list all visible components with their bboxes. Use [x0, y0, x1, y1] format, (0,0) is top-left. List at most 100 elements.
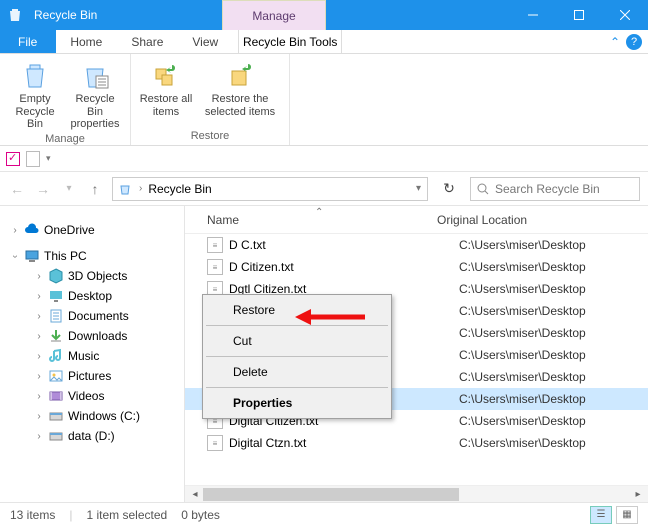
context-restore[interactable]: Restore [205, 297, 389, 323]
chevron-right-icon[interactable]: › [34, 411, 44, 422]
restore-all-icon [150, 59, 182, 91]
chevron-right-icon[interactable]: › [34, 331, 44, 342]
tree-item-label: data (D:) [68, 429, 115, 443]
chevron-right-icon[interactable]: › [34, 311, 44, 322]
file-row[interactable]: ≡D Citizen.txtC:\Users\miser\Desktop [185, 256, 648, 278]
tree-item[interactable]: ›Downloads [4, 326, 180, 346]
restore-all-button[interactable]: Restore all items [137, 57, 195, 128]
title-bar: Recycle Bin Manage [0, 0, 648, 30]
column-headers[interactable]: ⌃ Name Original Location [185, 206, 648, 234]
tab-view[interactable]: View [178, 30, 233, 53]
scroll-right-icon[interactable]: ▸ [630, 489, 646, 500]
tree-item[interactable]: › data (D:) [4, 426, 180, 446]
breadcrumb[interactable]: Recycle Bin [148, 182, 211, 196]
search-icon [477, 183, 489, 195]
tab-share[interactable]: Share [117, 30, 178, 53]
up-button[interactable]: ↑ [86, 181, 104, 197]
computer-icon [24, 248, 40, 264]
file-name: D Citizen.txt [229, 260, 459, 274]
tree-item-label: Music [68, 349, 99, 363]
restore-selected-icon [224, 59, 256, 91]
tree-item[interactable]: › Music [4, 346, 180, 366]
file-location: C:\Users\miser\Desktop [459, 304, 586, 318]
tree-item[interactable]: › Videos [4, 386, 180, 406]
chevron-right-icon[interactable]: › [34, 371, 44, 382]
tree-item[interactable]: › Windows (C:) [4, 406, 180, 426]
text-file-icon: ≡ [207, 435, 223, 451]
details-view-button[interactable]: ☰ [590, 506, 612, 524]
restore-selected-button[interactable]: Restore the selected items [197, 57, 283, 128]
music-icon [48, 348, 64, 364]
context-properties[interactable]: Properties [205, 390, 389, 416]
scroll-left-icon[interactable]: ◂ [187, 489, 203, 500]
minimize-button[interactable] [510, 0, 556, 30]
chevron-right-icon[interactable]: › [137, 183, 144, 194]
chevron-right-icon[interactable]: › [34, 291, 44, 302]
tree-item[interactable]: › Desktop [4, 286, 180, 306]
recycle-bin-properties-button[interactable]: Recycle Bin properties [66, 57, 124, 131]
context-cut[interactable]: Cut [205, 328, 389, 354]
file-row[interactable]: ≡Digital Ctzn.txtC:\Users\miser\Desktop [185, 432, 648, 454]
item-count: 13 items [10, 508, 55, 522]
horizontal-scrollbar[interactable]: ◂ ▸ [185, 485, 648, 502]
selection-size: 0 bytes [181, 508, 220, 522]
tree-this-pc[interactable]: › This PC [4, 246, 180, 266]
thumbnails-view-button[interactable]: ▦ [616, 506, 638, 524]
status-bar: 13 items | 1 item selected 0 bytes ☰ ▦ [0, 502, 648, 526]
file-location: C:\Users\miser\Desktop [459, 392, 586, 406]
down-icon [48, 328, 64, 344]
document-icon [26, 151, 40, 167]
checkbox-toggle[interactable] [6, 152, 20, 166]
tree-item-label: 3D Objects [68, 269, 127, 283]
recent-dropdown[interactable]: ▾ [60, 183, 78, 194]
tree-item[interactable]: › Documents [4, 306, 180, 326]
sort-indicator-icon: ⌃ [315, 207, 323, 218]
file-location: C:\Users\miser\Desktop [459, 326, 586, 340]
chevron-right-icon[interactable]: › [34, 351, 44, 362]
search-input[interactable]: Search Recycle Bin [470, 177, 640, 201]
tree-item-label: Documents [68, 309, 129, 323]
ribbon-group-manage: Empty Recycle Bin Recycle Bin properties… [0, 54, 131, 145]
back-button[interactable]: ← [8, 181, 26, 197]
forward-button[interactable]: → [34, 181, 52, 197]
maximize-button[interactable] [556, 0, 602, 30]
recycle-bin-icon [0, 0, 30, 30]
tab-file[interactable]: File [0, 30, 56, 53]
chevron-right-icon[interactable]: › [10, 225, 20, 236]
collapse-ribbon-icon[interactable]: ⌃ [610, 35, 620, 49]
chevron-right-icon[interactable]: › [34, 431, 44, 442]
column-original-location[interactable]: Original Location [437, 213, 527, 227]
recycle-bin-properties-icon [79, 59, 111, 91]
close-button[interactable] [602, 0, 648, 30]
chevron-right-icon[interactable]: › [34, 391, 44, 402]
quick-access-bar: ▾ [0, 146, 648, 172]
navigation-tree[interactable]: › OneDrive › This PC › 3D Objects › Desktop… [0, 206, 185, 502]
tree-item-label: Windows (C:) [68, 409, 140, 423]
empty-recycle-bin-button[interactable]: Empty Recycle Bin [6, 57, 64, 131]
text-file-icon: ≡ [207, 237, 223, 253]
help-icon[interactable]: ? [626, 34, 642, 50]
chevron-right-icon[interactable]: › [34, 271, 44, 282]
tab-home[interactable]: Home [56, 30, 117, 53]
tree-item-label: Desktop [68, 289, 112, 303]
dropdown-caret-icon[interactable]: ▾ [46, 153, 51, 164]
context-delete[interactable]: Delete [205, 359, 389, 385]
search-placeholder: Search Recycle Bin [495, 182, 600, 196]
tree-item[interactable]: › 3D Objects [4, 266, 180, 286]
tree-item-label: Videos [68, 389, 104, 403]
video-icon [48, 388, 64, 404]
file-location: C:\Users\miser\Desktop [459, 282, 586, 296]
scrollbar-thumb[interactable] [203, 488, 459, 501]
navigation-bar: ← → ▾ ↑ › Recycle Bin ▾ ↻ Search Recycle… [0, 172, 648, 206]
chevron-down-icon[interactable]: › [10, 251, 21, 261]
tree-item[interactable]: ›Pictures [4, 366, 180, 386]
recycle-bin-icon [117, 181, 133, 197]
refresh-button[interactable]: ↻ [436, 177, 462, 201]
tree-onedrive[interactable]: › OneDrive [4, 220, 180, 240]
tab-recycle-bin-tools[interactable]: Recycle Bin Tools [238, 30, 342, 53]
text-file-icon: ≡ [207, 259, 223, 275]
file-row[interactable]: ≡D C.txtC:\Users\miser\Desktop [185, 234, 648, 256]
address-bar[interactable]: › Recycle Bin ▾ [112, 177, 428, 201]
address-dropdown-icon[interactable]: ▾ [414, 183, 423, 194]
ribbon-group-restore: Restore all items Restore the selected i… [131, 54, 290, 145]
